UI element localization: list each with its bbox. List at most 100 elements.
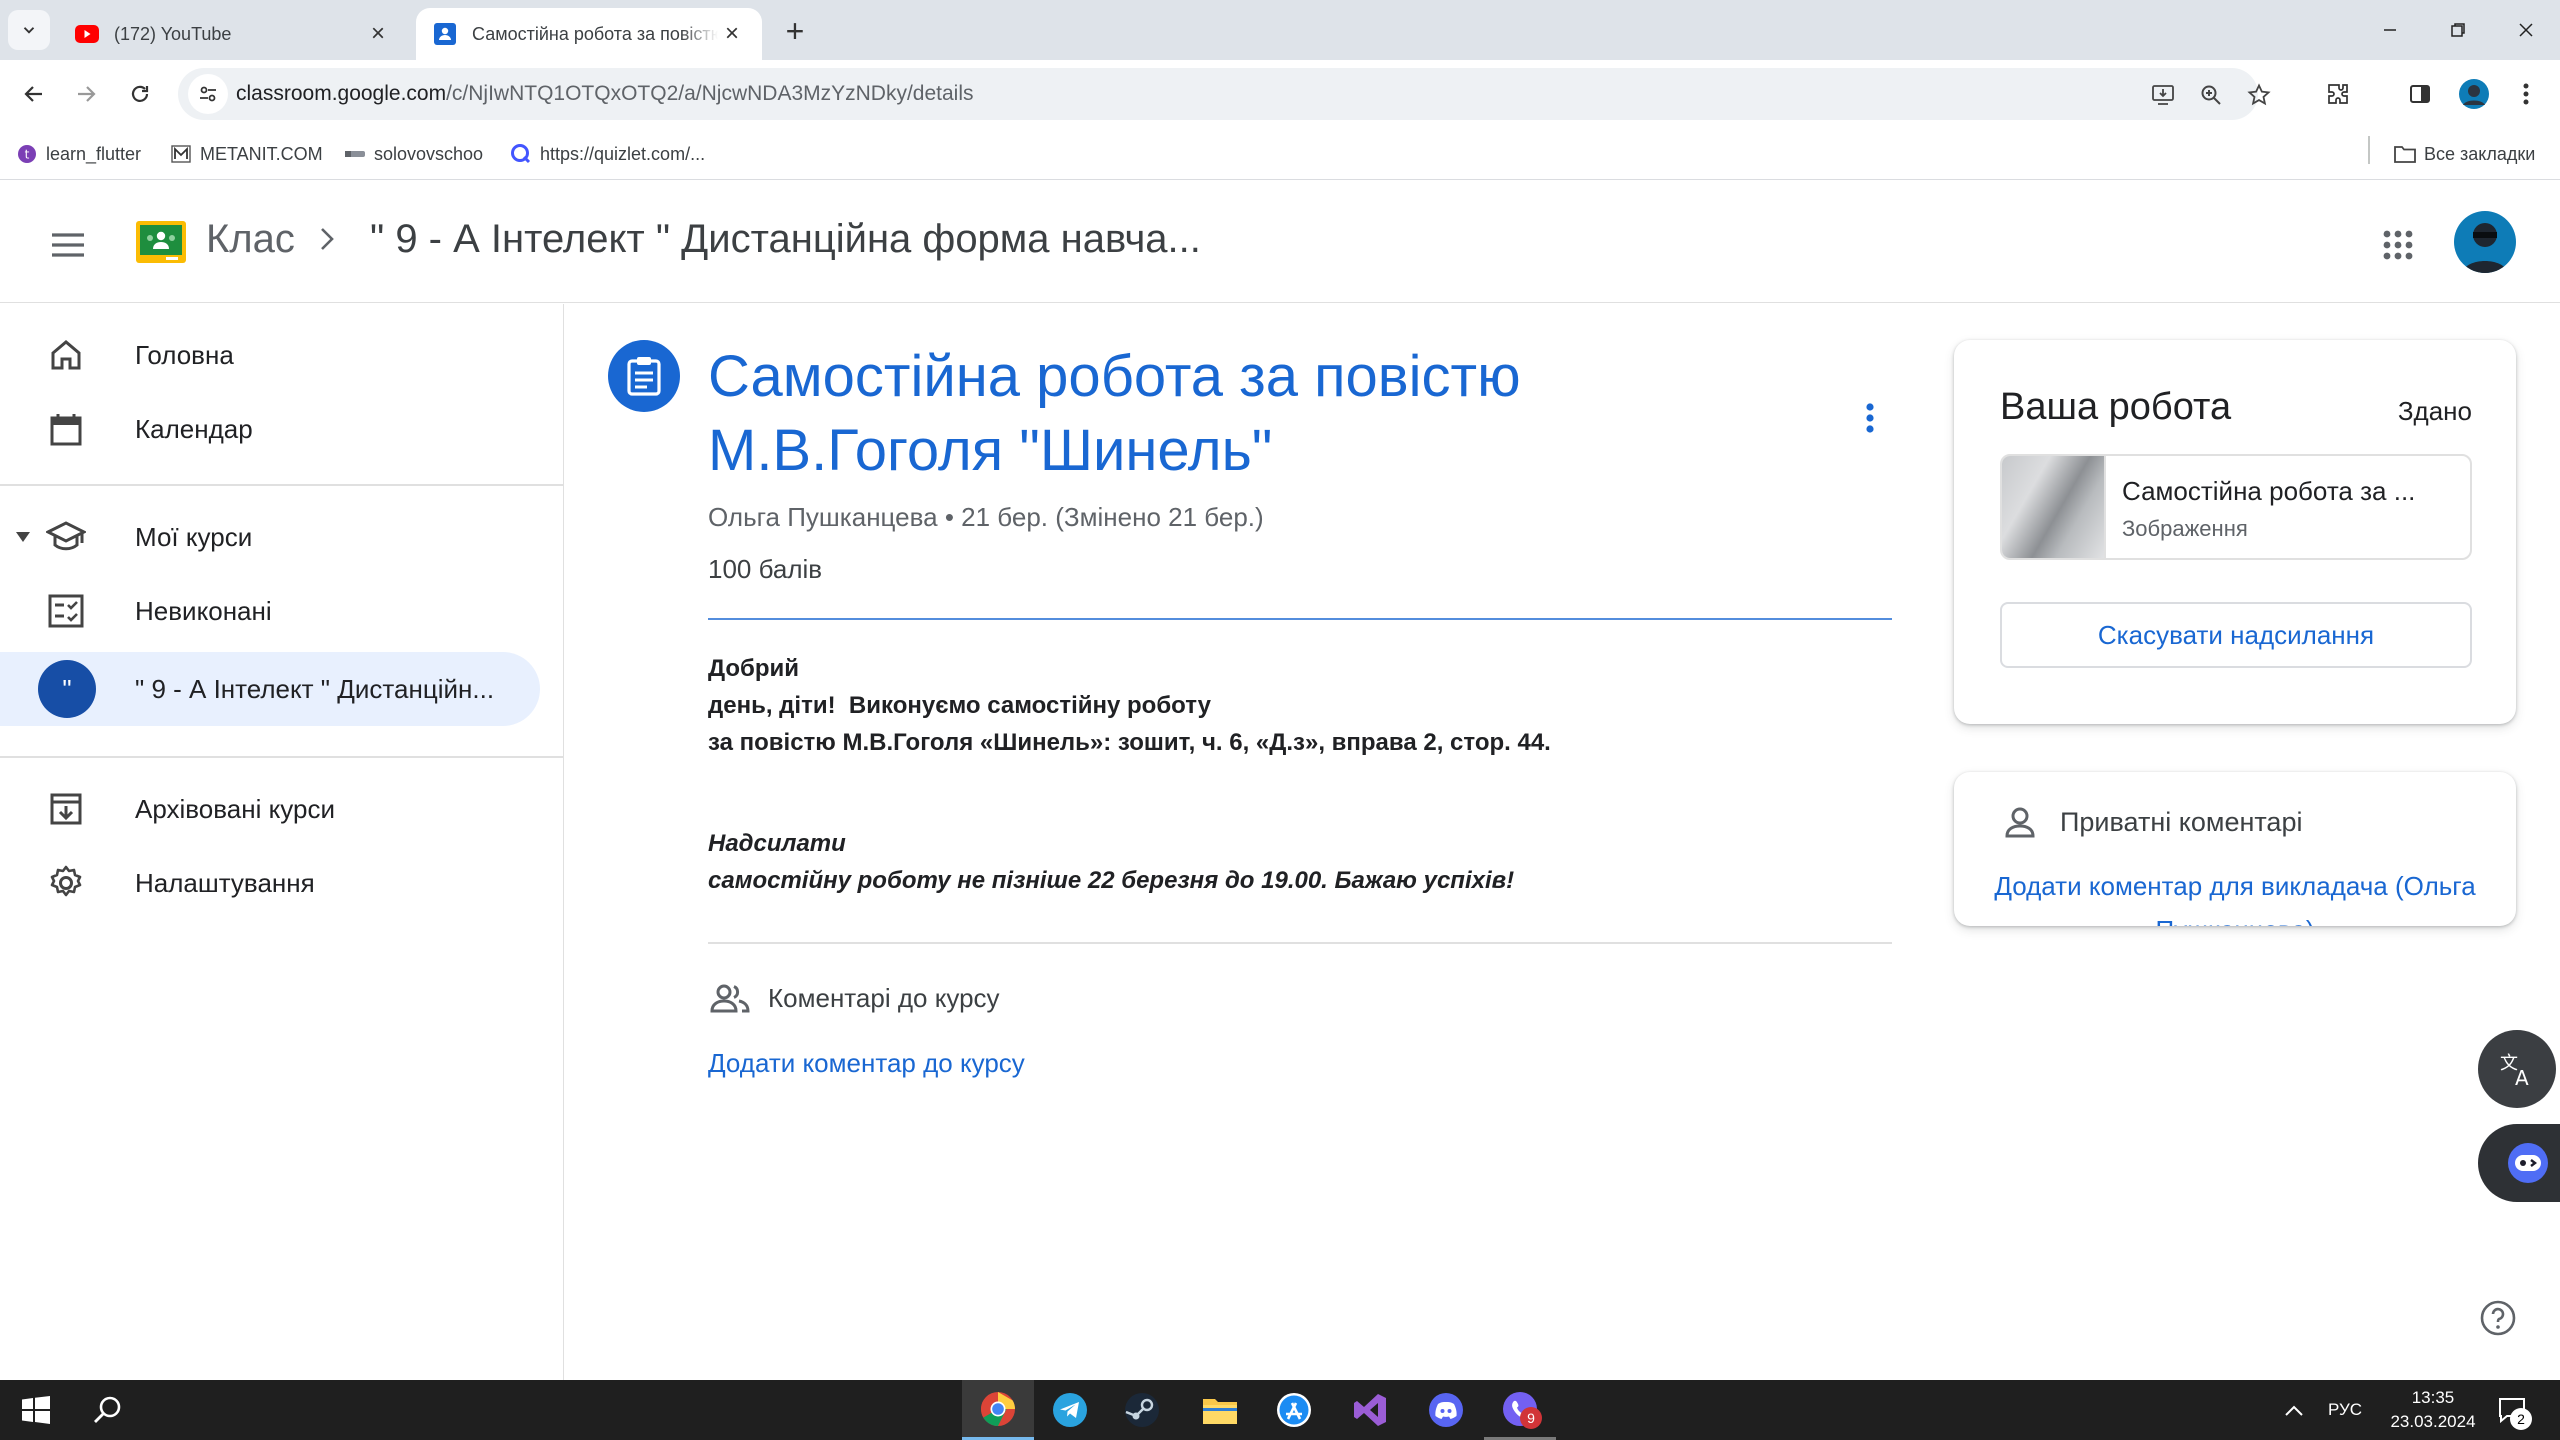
translate-button[interactable]: 文A	[2478, 1030, 2556, 1108]
sidebar-item-label: Архівовані курси	[135, 793, 335, 824]
description-line: за повістю М.В.Гоголя «Шинель»: зошит, ч…	[708, 729, 1551, 756]
tray-overflow-button[interactable]	[2284, 1380, 2304, 1440]
sidebar-item-my-courses[interactable]: Мої курси	[0, 500, 540, 574]
bookmark-learn-flutter[interactable]: t learn_flutter	[16, 140, 141, 168]
sidebar-item-todo[interactable]: Невиконані	[0, 574, 540, 648]
side-panel-icon[interactable]	[2402, 76, 2438, 112]
close-tab-icon[interactable]: ×	[364, 20, 392, 48]
extensions-icon[interactable]	[2320, 76, 2356, 112]
bookmark-quizlet[interactable]: https://quizlet.com/...	[510, 140, 705, 168]
hamburger-icon	[52, 233, 84, 257]
sidebar-item-settings[interactable]: Налаштування	[0, 846, 540, 920]
sidebar-divider	[0, 484, 563, 486]
restore-icon	[2451, 23, 2465, 37]
bookmark-site-icon	[344, 143, 366, 165]
steam-icon	[1125, 1393, 1159, 1427]
help-icon	[2480, 1300, 2516, 1336]
taskbar-discord[interactable]	[1410, 1380, 1482, 1440]
tab-title: Самостійна робота за повістю	[472, 23, 718, 44]
bookmark-label: https://quizlet.com/...	[540, 143, 706, 164]
add-class-comment-link[interactable]: Додати коментар до курсу	[708, 1048, 1025, 1079]
class-comments-label: Коментарі до курсу	[768, 982, 1000, 1013]
add-private-comment-link[interactable]: Додати коментар для викладача (Ольга Пуш…	[1954, 864, 2516, 926]
address-bar[interactable]: classroom.google.com/c/NjIwNTQ1OTQxOTQ2/…	[178, 68, 2271, 120]
taskbar-viber[interactable]: 9	[1484, 1380, 1556, 1440]
bookmark-metanit[interactable]: METANIT.COM	[170, 140, 323, 168]
all-bookmarks-button[interactable]: Все закладки	[2394, 140, 2535, 168]
sidebar-item-label: Налаштування	[135, 867, 315, 898]
taskbar-visual-studio[interactable]	[1334, 1380, 1406, 1440]
your-work-card: Ваша робота Здано Самостійна робота за .…	[1954, 340, 2516, 724]
help-button[interactable]	[2476, 1296, 2520, 1340]
account-avatar[interactable]	[2454, 211, 2516, 273]
forward-button[interactable]	[64, 72, 108, 116]
caret-down-icon[interactable]	[14, 528, 32, 546]
sidebar-item-archived[interactable]: Архівовані курси	[0, 772, 540, 846]
taskbar-telegram[interactable]	[1034, 1380, 1106, 1440]
arrow-left-icon	[24, 86, 42, 102]
course-avatar: "	[38, 660, 96, 718]
taskbar-file-explorer[interactable]	[1184, 1380, 1256, 1440]
taskbar-app-store[interactable]	[1258, 1380, 1330, 1440]
tab-search-button[interactable]	[8, 10, 50, 50]
bookmark-star-icon[interactable]	[2244, 80, 2274, 110]
breadcrumb-course[interactable]: " 9 - А Інтелект " Дистанційна форма нав…	[370, 217, 1201, 262]
sidebar-item-calendar[interactable]: Календар	[0, 392, 540, 466]
youtube-icon	[74, 21, 100, 47]
taskbar-chrome[interactable]	[962, 1380, 1034, 1440]
restore-button[interactable]	[2428, 10, 2488, 50]
home-icon	[44, 333, 88, 377]
people-icon	[708, 976, 752, 1020]
new-tab-button[interactable]: +	[776, 12, 814, 50]
assistant-button[interactable]	[2478, 1124, 2560, 1202]
search-button[interactable]	[72, 1380, 144, 1440]
visual-studio-icon	[1354, 1394, 1386, 1426]
profile-avatar-icon[interactable]	[2456, 76, 2492, 112]
clock-time: 13:35	[2411, 1388, 2455, 1407]
class-comments-header: Коментарі до курсу	[708, 976, 1000, 1020]
sidebar-item-home[interactable]: Головна	[0, 318, 540, 392]
svg-text:t: t	[25, 148, 30, 162]
svg-text:A: A	[2515, 1066, 2529, 1089]
site-info-icon[interactable]	[188, 74, 228, 114]
minimize-icon	[2384, 29, 2396, 31]
google-apps-button[interactable]	[2374, 221, 2422, 269]
browser-menu-icon[interactable]	[2508, 76, 2544, 112]
quizlet-icon	[510, 143, 532, 165]
classroom-logo[interactable]	[136, 221, 186, 263]
notifications-button[interactable]: 2	[2490, 1390, 2534, 1430]
back-button[interactable]	[12, 72, 56, 116]
language-indicator[interactable]: РУС	[2328, 1380, 2362, 1440]
more-options-button[interactable]	[1848, 396, 1892, 440]
learn-flutter-icon: t	[16, 143, 38, 165]
sidebar-item-label: Календар	[135, 413, 253, 444]
bookmark-label: learn_flutter	[46, 143, 142, 164]
private-comments-title: Приватні коментарі	[2060, 806, 2303, 837]
attachment-item[interactable]: Самостійна робота за ... Зображення	[2000, 454, 2472, 560]
close-window-button[interactable]	[2496, 10, 2556, 50]
tab-classroom[interactable]: Самостійна робота за повістю ×	[416, 8, 762, 60]
tab-title: (172) YouTube	[114, 23, 232, 44]
close-tab-icon[interactable]: ×	[718, 20, 746, 48]
system-clock[interactable]: 13:35 23.03.2024	[2378, 1386, 2488, 1434]
private-comments-card: Приватні коментарі Додати коментар для в…	[1954, 772, 2516, 926]
app-brand[interactable]: Клас	[206, 217, 295, 262]
taskbar-steam[interactable]	[1106, 1380, 1178, 1440]
minimize-button[interactable]	[2360, 10, 2420, 50]
apps-grid-icon	[2383, 230, 2413, 260]
more-vert-icon	[1866, 403, 1874, 433]
bookmark-solovovschoo[interactable]: solovovschoo	[344, 140, 483, 168]
start-button[interactable]	[0, 1380, 72, 1440]
zoom-icon[interactable]	[2196, 80, 2226, 110]
todo-icon	[44, 589, 88, 633]
title-divider	[708, 618, 1892, 620]
main-menu-button[interactable]	[44, 221, 92, 269]
reload-button[interactable]	[118, 72, 162, 116]
unsubmit-button[interactable]: Скасувати надсилання	[2000, 602, 2472, 668]
chevron-down-icon	[23, 27, 35, 34]
tab-youtube[interactable]: (172) YouTube ×	[58, 8, 408, 60]
discord-icon	[1429, 1393, 1463, 1427]
classroom-header: Клас " 9 - А Інтелект " Дистанційна форм…	[0, 181, 2560, 303]
sidebar-item-course[interactable]: " " 9 - А Інтелект " Дистанційн...	[0, 652, 540, 726]
install-app-icon[interactable]	[2148, 80, 2178, 110]
